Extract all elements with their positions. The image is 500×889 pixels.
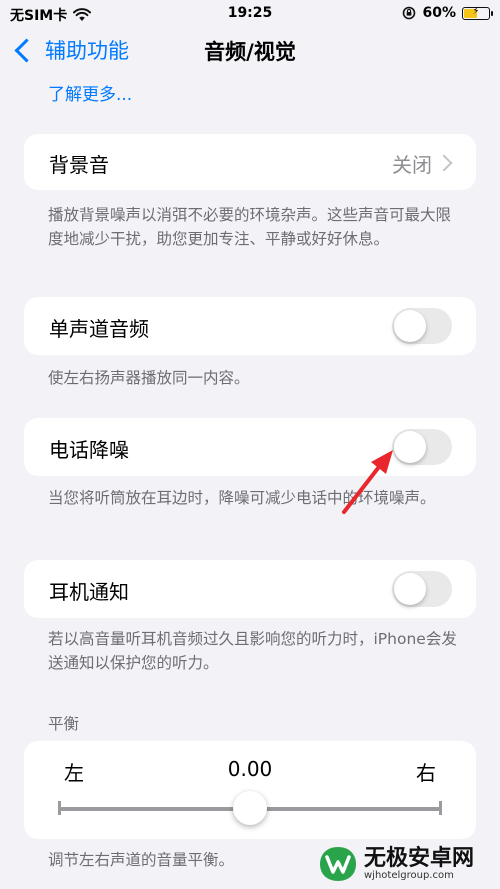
navigation-bar: 辅助功能 音频/视觉 <box>0 28 500 74</box>
mono-audio-toggle[interactable] <box>392 308 452 344</box>
balance-section-header: 平衡 <box>48 715 80 733</box>
status-right: 60% ⚡ <box>402 5 493 21</box>
page-title: 音频/视觉 <box>204 40 296 64</box>
toggle-knob <box>394 431 426 463</box>
watermark: 无极安卓网 wjhotelgroup.com <box>318 845 474 883</box>
slider-track-end <box>439 801 442 815</box>
mono-audio-footnote: 使左右扬声器播放同一内容。 <box>48 369 250 387</box>
watermark-logo-icon <box>320 847 356 881</box>
learn-more-link[interactable]: 了解更多... <box>48 80 132 105</box>
phone-noise-cancellation-footnote: 当您将听筒放在耳边时，降噪可减少电话中的环境噪声。 <box>48 489 436 507</box>
watermark-text-block: 无极安卓网 wjhotelgroup.com <box>364 845 475 881</box>
battery-percent: 60% <box>422 5 456 21</box>
battery-icon: ⚡ <box>462 5 493 20</box>
watermark-name: 无极安卓网 <box>364 845 475 871</box>
background-sounds-footnote: 播放背景噪声以消弭不必要的环境杂声。这些声音可最大限度地减少干扰，助您更加专注、… <box>48 206 452 248</box>
balance-value: 0.00 <box>227 757 273 781</box>
balance-card: 左 0.00 右 <box>24 741 476 839</box>
toggle-knob <box>394 310 426 342</box>
background-sounds-label: 背景音 <box>49 153 109 177</box>
phone-noise-cancellation-row: 电话降噪 <box>24 418 476 476</box>
headphone-notifications-footnote: 若以高音量听耳机音频过久且影响您的听力时，iPhone会发送通知以保护您的听力。 <box>48 630 457 672</box>
headphone-notifications-label: 耳机通知 <box>49 580 129 604</box>
mono-audio-label: 单声道音频 <box>49 317 149 341</box>
watermark-url: wjhotelgroup.com <box>364 869 454 881</box>
chevron-right-icon <box>435 154 453 172</box>
background-sounds-value: 关闭 <box>392 153 432 177</box>
balance-right-label: 右 <box>416 761 436 785</box>
status-bar: 无SIM卡 19:25 60% ⚡ <box>0 0 500 28</box>
balance-slider-thumb[interactable] <box>233 791 267 825</box>
phone-noise-cancellation-toggle[interactable] <box>392 429 452 465</box>
headphone-notifications-row: 耳机通知 <box>24 560 476 618</box>
phone-noise-cancellation-label: 电话降噪 <box>49 438 129 462</box>
headphone-notifications-toggle[interactable] <box>392 571 452 607</box>
orientation-lock-icon <box>403 6 416 20</box>
charging-bolt-icon: ⚡ <box>472 5 480 17</box>
mono-audio-row: 单声道音频 <box>24 297 476 355</box>
background-sounds-row[interactable]: 背景音 关闭 <box>24 134 476 190</box>
toggle-knob <box>394 573 426 605</box>
